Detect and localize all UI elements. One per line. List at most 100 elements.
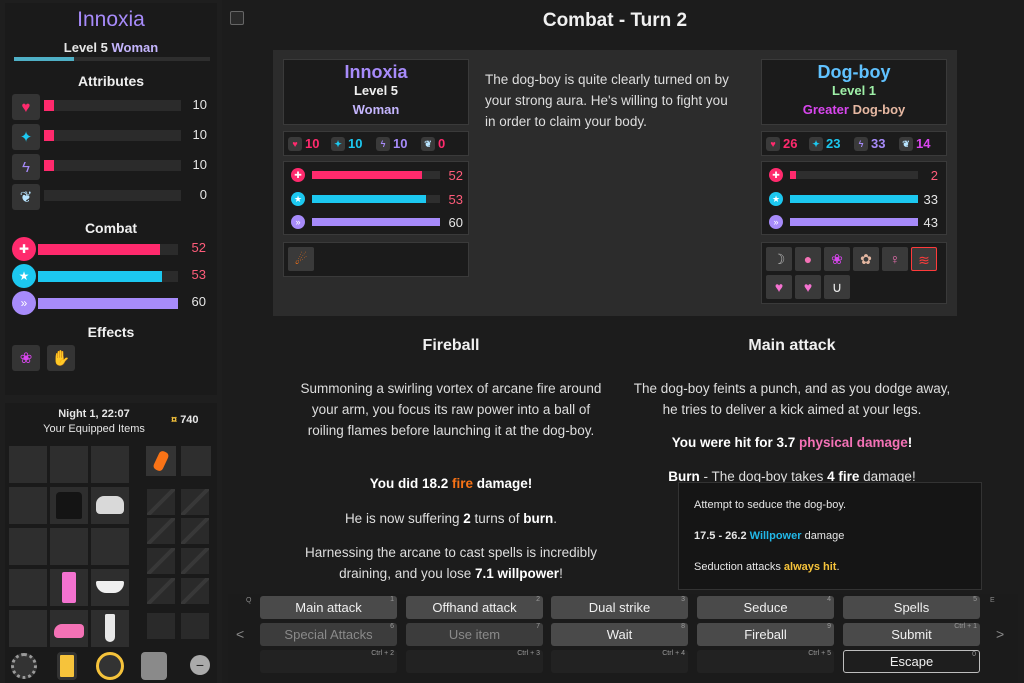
combat-description: The dog-boy is quite clearly turned on b… bbox=[485, 72, 729, 129]
lust-icon[interactable]: » bbox=[769, 215, 783, 229]
stat-brain[interactable]: ✦ 10 bbox=[331, 136, 362, 151]
jewelry-slot[interactable] bbox=[181, 548, 209, 574]
aura-icon[interactable]: ★ bbox=[12, 264, 36, 288]
lust-fill bbox=[312, 218, 440, 226]
button-hotkey: 8 bbox=[681, 623, 685, 630]
stat-lightning[interactable]: ϟ 33 bbox=[854, 136, 885, 151]
female-icon[interactable]: ♀ bbox=[882, 247, 908, 271]
health-icon[interactable]: ✚ bbox=[769, 168, 783, 182]
equip-slot[interactable] bbox=[9, 446, 47, 483]
enemy-card-effects: ☽ ● ❀ ✿ ♀ ≋ ♥ ♥ ∪ bbox=[761, 242, 947, 304]
copy-icon[interactable] bbox=[230, 11, 244, 25]
jewelry-slot[interactable] bbox=[181, 489, 209, 515]
socks-icon[interactable] bbox=[91, 610, 129, 647]
equip-slot[interactable] bbox=[9, 528, 47, 565]
fireball-button[interactable]: Fireball 9 bbox=[697, 623, 834, 646]
jewelry-slot[interactable] bbox=[147, 548, 175, 574]
inventory-icon[interactable] bbox=[141, 652, 167, 680]
escape-button[interactable]: Escape 0 bbox=[843, 650, 980, 673]
sports-bra-icon[interactable] bbox=[91, 487, 129, 524]
enemy-card-header[interactable]: Dog-boy Level 1 Greater Dog-boy bbox=[761, 59, 947, 125]
health-icon[interactable]: ✚ bbox=[291, 168, 305, 182]
stat-wings[interactable]: ❦ 14 bbox=[899, 136, 930, 151]
lightning-icon[interactable]: ϟ bbox=[12, 154, 40, 180]
empty-action-slot[interactable]: Ctrl + 2 bbox=[260, 650, 397, 673]
weapon-slot[interactable] bbox=[146, 446, 176, 476]
spells-button[interactable]: Spells 5 bbox=[843, 596, 980, 619]
empty-action-slot[interactable]: Ctrl + 4 bbox=[551, 650, 688, 673]
seduce-button[interactable]: Seduce 4 bbox=[697, 596, 834, 619]
empty-action-slot[interactable]: Ctrl + 5 bbox=[697, 650, 834, 673]
stat-heart[interactable]: ♥ 26 bbox=[766, 136, 797, 151]
piercing-slot[interactable] bbox=[147, 613, 175, 639]
glove-icon[interactable]: ✋ bbox=[47, 345, 75, 371]
jewelry-slot[interactable] bbox=[147, 518, 175, 544]
piercing-slot[interactable] bbox=[181, 613, 209, 639]
equip-slot[interactable] bbox=[91, 528, 129, 565]
hearts-icon[interactable]: ♥ bbox=[795, 275, 821, 299]
hoodie-icon[interactable] bbox=[50, 487, 88, 524]
aura-icon[interactable]: ★ bbox=[769, 192, 783, 206]
arcane-fire-icon[interactable]: ❀ bbox=[824, 247, 850, 271]
tooltip-note: Seduction attacks always hit. bbox=[694, 561, 840, 573]
arcane-fire-icon[interactable]: ❀ bbox=[12, 345, 40, 371]
dual-strike-button[interactable]: Dual strike 3 bbox=[551, 596, 688, 619]
panties-icon[interactable] bbox=[91, 569, 129, 606]
phone-icon[interactable] bbox=[57, 652, 77, 680]
lust-icon[interactable]: » bbox=[12, 291, 36, 315]
tooltip-description: Attempt to seduce the dog-boy. bbox=[694, 499, 847, 511]
submit-button[interactable]: Submit Ctrl + 1 bbox=[843, 623, 980, 646]
attributes-heading: Attributes bbox=[77, 73, 145, 89]
equip-slot[interactable] bbox=[9, 610, 47, 647]
settings-icon[interactable] bbox=[11, 653, 37, 679]
special-attacks-button[interactable]: Special Attacks 6 bbox=[260, 623, 397, 646]
health-fill bbox=[790, 171, 796, 179]
stat-wings[interactable]: ❦ 0 bbox=[421, 136, 445, 151]
paw-icon[interactable]: ✿ bbox=[853, 247, 879, 271]
brain-icon[interactable]: ✦ bbox=[12, 124, 40, 150]
enemy-hit-line: You were hit for 3.7 physical damage! bbox=[633, 432, 951, 453]
hearts-icon[interactable]: ♥ bbox=[766, 275, 792, 299]
equip-slot[interactable] bbox=[9, 569, 47, 606]
cost-type: willpower bbox=[497, 566, 560, 581]
wings-icon[interactable]: ❦ bbox=[12, 184, 40, 210]
equip-slot[interactable] bbox=[91, 446, 129, 483]
main-attack-button[interactable]: Main attack 1 bbox=[260, 596, 397, 619]
claw-icon[interactable]: ☽ bbox=[766, 247, 792, 271]
equip-slot[interactable] bbox=[9, 487, 47, 524]
jewelry-slot[interactable] bbox=[147, 489, 175, 515]
player-gender: Woman bbox=[111, 40, 159, 55]
jewelry-slot[interactable] bbox=[147, 578, 175, 604]
offhand-slot[interactable] bbox=[181, 446, 211, 476]
zoom-out-icon[interactable]: − bbox=[190, 655, 210, 675]
heart-icon[interactable]: ♥ bbox=[12, 94, 40, 120]
stat-brain[interactable]: ✦ 23 bbox=[809, 136, 840, 151]
lightning-icon: ϟ bbox=[854, 136, 868, 151]
health-icon[interactable]: ✚ bbox=[12, 237, 36, 261]
aura-icon[interactable]: ★ bbox=[291, 192, 305, 206]
chevrons-icon[interactable]: ≋ bbox=[911, 247, 937, 271]
equip-slot[interactable] bbox=[50, 446, 88, 483]
player-name[interactable]: Innoxia bbox=[5, 8, 217, 32]
equip-slot[interactable] bbox=[50, 528, 88, 565]
lust-bar bbox=[312, 218, 440, 226]
jewelry-slot[interactable] bbox=[181, 578, 209, 604]
jewelry-slot[interactable] bbox=[181, 518, 209, 544]
prev-page-arrow[interactable]: < bbox=[236, 626, 244, 642]
wait-button[interactable]: Wait 8 bbox=[551, 623, 688, 646]
refresh-icon[interactable] bbox=[96, 652, 124, 680]
fangs-icon[interactable]: ∪ bbox=[824, 275, 850, 299]
next-page-arrow[interactable]: > bbox=[996, 626, 1004, 642]
fire-rat-icon[interactable]: ☄ bbox=[288, 247, 314, 271]
stat-lightning[interactable]: ϟ 10 bbox=[376, 136, 407, 151]
leggings-icon[interactable] bbox=[50, 569, 88, 606]
empty-action-slot[interactable]: Ctrl + 3 bbox=[406, 650, 543, 673]
use-item-button[interactable]: Use item 7 bbox=[406, 623, 543, 646]
stat-heart[interactable]: ♥ 10 bbox=[288, 136, 319, 151]
offhand-attack-button[interactable]: Offhand attack 2 bbox=[406, 596, 543, 619]
player-card-header[interactable]: Innoxia Level 5 Woman bbox=[283, 59, 469, 125]
player-card-bars: ✚ 52 ★ 53 » 60 bbox=[283, 161, 469, 235]
lust-icon[interactable]: » bbox=[291, 215, 305, 229]
orb-icon[interactable]: ● bbox=[795, 247, 821, 271]
sneakers-icon[interactable] bbox=[50, 610, 88, 647]
